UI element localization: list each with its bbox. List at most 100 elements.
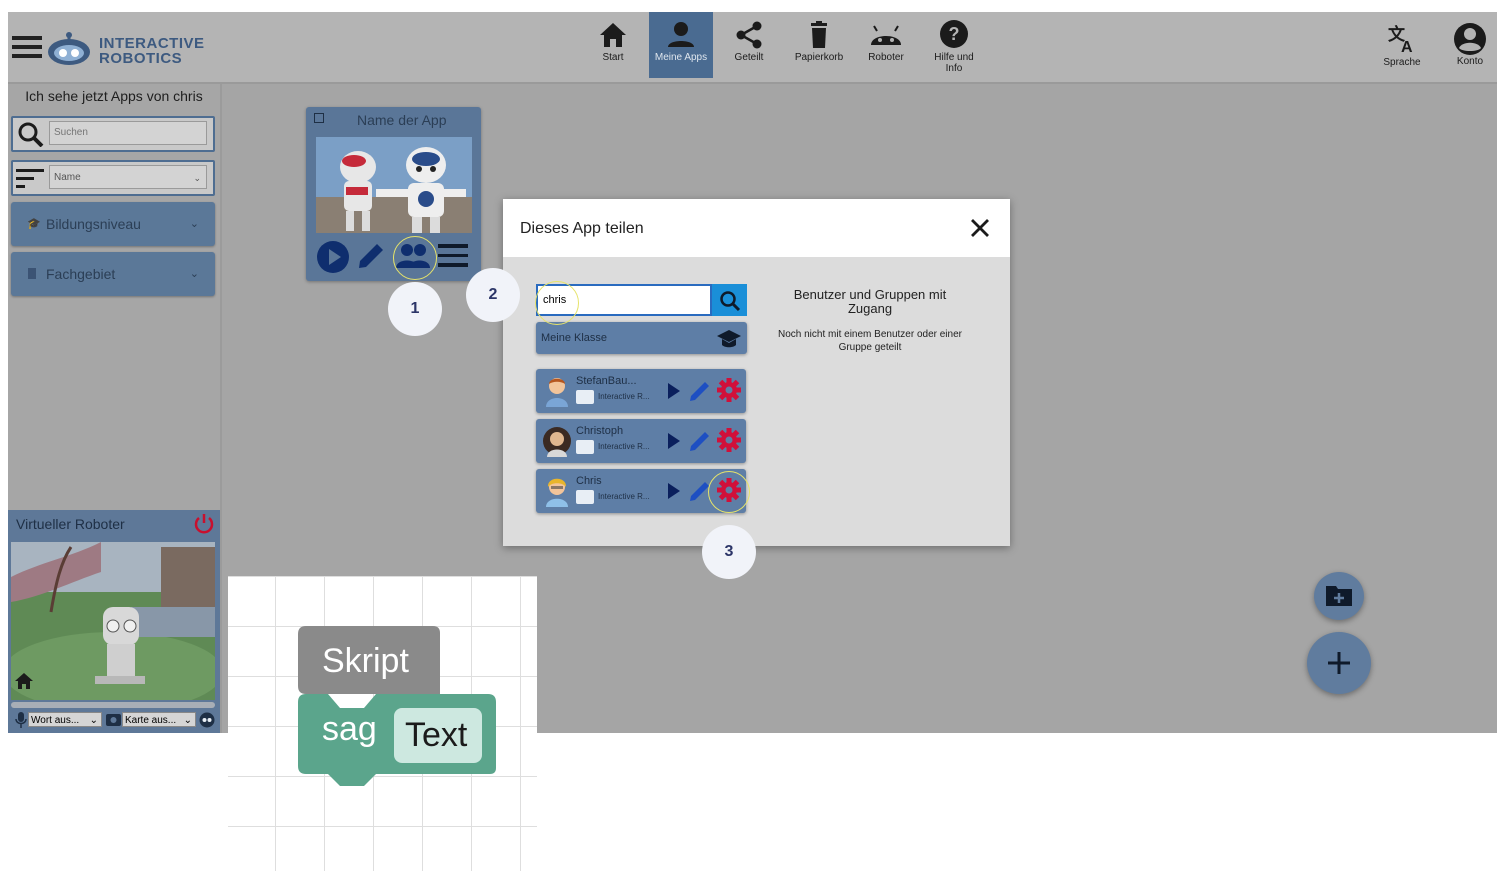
step-marker-1: 1 (388, 282, 442, 336)
edit-icon[interactable] (688, 429, 712, 453)
scene-scrollbar[interactable] (11, 702, 215, 708)
robot-logo-icon (46, 30, 92, 66)
highlight-ring (708, 471, 750, 513)
step-marker-2: 2 (466, 268, 520, 322)
script-block-label: Skript (322, 642, 409, 680)
svg-text:?: ? (949, 24, 960, 44)
highlight-ring (535, 281, 579, 325)
share-dialog: Dieses App teilen Meine Klasse StefanBau… (503, 199, 1010, 546)
menu-icon[interactable] (12, 36, 42, 58)
robot-scene[interactable] (11, 542, 215, 700)
virtual-robot-title: Virtueller Roboter (16, 516, 125, 532)
sort-icon (16, 169, 44, 188)
viewing-apps-text: Ich sehe jetzt Apps von chris (25, 88, 203, 104)
filter-bildungsniveau[interactable]: 🎓 Bildungsniveau ⌄ (11, 202, 215, 246)
nav-konto-label: Konto (1456, 56, 1484, 67)
user-card[interactable]: StefanBau... Interactive R... (536, 369, 746, 413)
home-icon (600, 23, 626, 47)
nav-sprache[interactable]: 文 A Sprache (1370, 12, 1434, 78)
org-logo-icon (576, 490, 594, 504)
nav-sprache-label: Sprache (1383, 57, 1421, 68)
map-select[interactable]: Karte aus... ⌄ (122, 712, 196, 727)
microphone-icon (15, 712, 27, 728)
access-empty-text: Noch nicht mit einem Benutzer oder einer… (778, 329, 962, 353)
share-dialog-title: Dieses App teilen (520, 220, 644, 237)
nav-konto[interactable]: Konto (1438, 12, 1497, 78)
chevron-down-icon: ⌄ (189, 268, 199, 280)
top-bar: INTERACTIVE ROBOTICS Start Meine Apps Ge… (8, 12, 1497, 84)
word-select[interactable]: Wort aus... ⌄ (28, 712, 102, 727)
nav-roboter-label: Roboter (868, 52, 904, 63)
nav-meine-apps-label: Meine Apps (654, 52, 708, 63)
account-icon (1454, 23, 1486, 55)
add-folder-button[interactable] (1314, 572, 1364, 620)
book-icon (28, 268, 36, 279)
app-card-title: Name der App (357, 112, 447, 128)
graduation-cap-icon (717, 330, 741, 348)
nav-start-label: Start (602, 52, 624, 63)
robot-face-icon[interactable] (199, 712, 215, 728)
nav-papierkorb-label: Papierkorb (794, 52, 844, 63)
camera-icon (106, 714, 121, 726)
text-input-block[interactable]: Text (405, 716, 467, 755)
nav-roboter[interactable]: Roboter (854, 12, 918, 78)
word-select-value: Wort aus... (31, 715, 80, 726)
filter-bildungsniveau-label: Bildungsniveau (46, 216, 141, 232)
close-icon[interactable] (970, 218, 990, 238)
sort-select[interactable]: Name ⌄ (49, 165, 207, 189)
user-name: Christoph (576, 425, 624, 437)
add-app-button[interactable] (1307, 632, 1371, 694)
edit-icon[interactable] (688, 379, 712, 403)
home-icon[interactable] (14, 672, 34, 690)
play-icon[interactable] (667, 382, 681, 400)
user-org: Interactive R... (576, 489, 662, 505)
user-org-label: Interactive R... (598, 492, 650, 501)
gear-icon[interactable] (716, 377, 742, 403)
say-block-label: sag (322, 710, 377, 748)
logo-line2: ROBOTICS (99, 50, 183, 67)
svg-text:A: A (1401, 39, 1413, 54)
power-icon[interactable] (193, 513, 215, 535)
share-dialog-header: Dieses App teilen (503, 199, 1010, 257)
avatar (546, 478, 568, 507)
my-class-button[interactable]: Meine Klasse (536, 322, 747, 354)
more-menu-icon[interactable] (438, 244, 468, 268)
gear-icon[interactable] (716, 427, 742, 453)
search-icon (720, 291, 741, 312)
play-icon[interactable] (316, 240, 350, 274)
translate-icon: 文 A (1388, 24, 1413, 54)
nav-hilfe[interactable]: ? Hilfe und Info (922, 12, 986, 78)
avatar (546, 378, 568, 407)
nav-hilfe-label: Hilfe und Info (934, 52, 974, 74)
app-card-image (316, 137, 472, 233)
android-icon (871, 25, 901, 45)
play-icon[interactable] (667, 432, 681, 450)
chevron-down-icon: ⌄ (193, 173, 201, 183)
nav-start[interactable]: Start (581, 12, 645, 78)
chevron-down-icon: ⌄ (183, 715, 192, 726)
nav-meine-apps[interactable]: Meine Apps (649, 12, 713, 78)
logo-line1: INTERACTIVE (99, 35, 205, 52)
my-class-label: Meine Klasse (541, 332, 608, 344)
sort-select-value: Name (54, 172, 81, 183)
checkbox-icon[interactable] (314, 113, 324, 123)
search-input[interactable] (49, 121, 207, 145)
org-logo-icon (576, 440, 594, 454)
access-title: Benutzer und Gruppen mit Zugang (793, 287, 947, 316)
nav-geteilt-label: Geteilt (734, 52, 764, 63)
search-box (11, 116, 215, 152)
share-search-button[interactable] (712, 284, 747, 316)
user-card[interactable]: Christoph Interactive R... (536, 419, 746, 463)
nav-papierkorb[interactable]: Papierkorb (786, 12, 852, 78)
trash-icon (811, 21, 827, 48)
edit-icon[interactable] (355, 240, 387, 272)
filter-fachgebiet[interactable]: Fachgebiet ⌄ (11, 252, 215, 296)
help-icon: ? (940, 20, 968, 48)
chevron-down-icon: ⌄ (189, 218, 199, 230)
person-icon (668, 22, 694, 47)
play-icon[interactable] (667, 482, 681, 500)
folder-plus-icon (1326, 586, 1352, 606)
user-org: Interactive R... (576, 389, 662, 405)
nav-geteilt[interactable]: Geteilt (717, 12, 781, 78)
user-org-label: Interactive R... (598, 442, 650, 451)
